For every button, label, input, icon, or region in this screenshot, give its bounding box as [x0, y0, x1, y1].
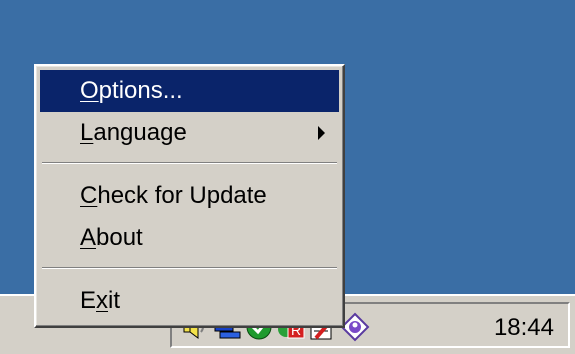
- menu-item-label: About: [80, 224, 143, 251]
- menu-item-label: Language: [80, 119, 187, 146]
- menu-item-label: Check for Update: [80, 182, 267, 209]
- menu-item-label: Options...: [80, 77, 183, 104]
- menu-separator: [42, 267, 337, 269]
- menu-separator: [42, 162, 337, 164]
- taskbar-clock[interactable]: 18:44: [494, 314, 554, 342]
- menu-item-exit[interactable]: Exit: [40, 280, 339, 322]
- menu-item-options[interactable]: Options...: [40, 70, 339, 112]
- tray-context-menu: Options... Language Check for Update Abo…: [34, 64, 345, 328]
- submenu-arrow-icon: [318, 126, 325, 140]
- menu-item-about[interactable]: About: [40, 217, 339, 259]
- menu-item-language[interactable]: Language: [40, 112, 339, 154]
- menu-item-label: Exit: [80, 287, 121, 314]
- menu-item-check-for-update[interactable]: Check for Update: [40, 175, 339, 217]
